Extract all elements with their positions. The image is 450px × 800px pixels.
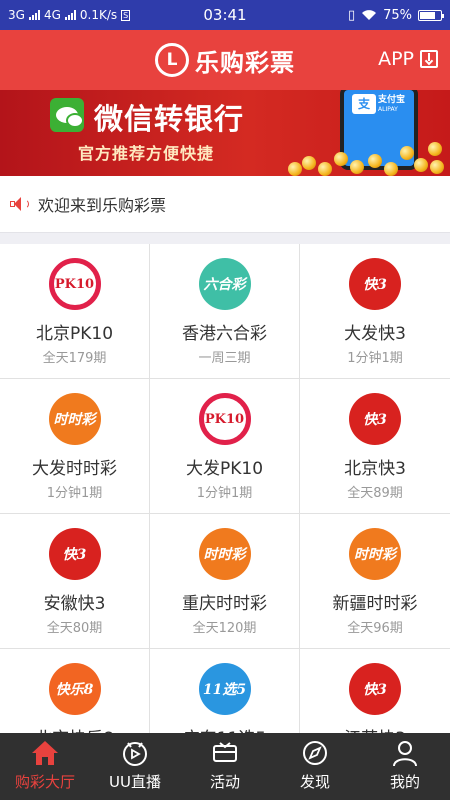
lottery-item[interactable]: 时时彩新疆时时彩全天96期 [300, 514, 450, 649]
section-divider [0, 232, 450, 244]
app-download-button[interactable]: APP [378, 48, 438, 70]
network-speed: 0.1K/s [79, 8, 118, 22]
vibrate-icon: ▯ [347, 7, 356, 23]
lottery-frequency: 一周三期 [198, 351, 251, 366]
logo-mark-icon: L [155, 43, 189, 77]
banner-subtitle: 官方推荐方便快捷 [78, 144, 215, 163]
lottery-item[interactable]: 快3 安徽快3 全天80期 [0, 514, 150, 649]
kuai3-icon: 快3 [349, 663, 401, 715]
lottery-frequency: 全天96期 [347, 621, 403, 636]
lottery-name: 大发时时彩 [32, 459, 117, 479]
lottery-name: 大发PK10 [185, 459, 264, 479]
lottery-name: 广东11选5 [150, 724, 299, 733]
lottery-item[interactable]: PK10 北京PK10 全天179期 [0, 244, 150, 379]
kuai3-icon: 快3 [349, 258, 401, 310]
lottery-item[interactable]: PK10 大发PK10 1分钟1期 [150, 379, 300, 514]
signal-icon-2 [64, 10, 76, 20]
lottery-item[interactable]: 快3 江苏快3 [300, 649, 450, 733]
kuaile8-icon: 快乐8 [48, 663, 101, 715]
status-bar: 3G 4G 0.1K/s S 03:41 ▯ 75% [0, 0, 450, 30]
11xuan5-icon: 11选5 [198, 663, 251, 715]
lottery-name: 大发快3 [344, 324, 406, 344]
page-title: 乐购彩票 [195, 48, 295, 77]
lottery-frequency: 1分钟1期 [196, 486, 253, 501]
ticket-icon [213, 742, 237, 762]
wechat-icon [50, 98, 84, 132]
bottom-tab-bar: 购彩大厅 UU直播 活动 发现 我的 [0, 733, 450, 800]
notification-icon: S [121, 9, 131, 21]
network-label: 3G [8, 8, 25, 22]
app-header: L 乐购彩票 APP [0, 30, 450, 90]
compass-icon [303, 741, 327, 765]
pk10-icon: PK10 [198, 393, 251, 445]
lottery-name: 北京快乐8 [0, 724, 149, 733]
lottery-name: 江苏快3 [300, 724, 450, 733]
gold-coins-image [288, 142, 448, 176]
lottery-name: 北京PK10 [35, 324, 114, 344]
lottery-name: 重庆时时彩 [182, 594, 267, 614]
banner-title: 微信转银行 [94, 102, 245, 136]
tab-label: 购彩大厅 [14, 773, 75, 791]
promo-banner[interactable]: 微信转银行 官方推荐方便快捷 支 支付宝 ALIPAY [0, 90, 450, 176]
wifi-icon [362, 10, 377, 20]
tab-live[interactable]: UU直播 [90, 733, 180, 800]
shishicai-icon: 时时彩 [349, 528, 401, 580]
tab-discover[interactable]: 发现 [270, 733, 360, 800]
tab-label: 活动 [209, 773, 240, 791]
notice-bar[interactable]: 欢迎来到乐购彩票 [0, 176, 450, 232]
alipay-sublabel: ALIPAY [378, 106, 398, 113]
battery-icon [418, 9, 444, 21]
notice-text: 欢迎来到乐购彩票 [38, 196, 167, 215]
network-label-2: 4G [43, 8, 61, 22]
tab-activity[interactable]: 活动 [180, 733, 270, 800]
lottery-item[interactable]: 11选5 广东11选5 [150, 649, 300, 733]
lottery-item[interactable]: 时时彩重庆时时彩全天120期 [150, 514, 300, 649]
tab-label: UU直播 [109, 773, 161, 791]
tab-label: 我的 [389, 773, 420, 791]
lottery-frequency: 全天120期 [192, 621, 257, 636]
lottery-frequency: 全天89期 [347, 486, 403, 501]
pk10-icon: PK10 [48, 258, 101, 310]
alipay-icon: 支 [352, 94, 376, 114]
speaker-icon [10, 196, 30, 212]
app-logo: L 乐购彩票 [155, 43, 295, 78]
lottery-item[interactable]: 快乐8 北京快乐8 [0, 649, 150, 733]
lottery-name: 北京快3 [344, 459, 406, 479]
shishicai-icon: 时时彩 [198, 528, 251, 580]
shishicai-icon: 时时彩 [48, 393, 101, 445]
home-icon [32, 741, 58, 765]
battery-percent: 75% [383, 7, 412, 23]
lottery-item[interactable]: 时时彩大发时时彩 1分钟1期 [0, 379, 150, 514]
kuai3-icon: 快3 [48, 528, 101, 580]
alipay-label: 支付宝 [378, 95, 406, 105]
liuhecai-icon: 六合彩 [198, 258, 251, 310]
lottery-item[interactable]: 六合彩香港六合彩一周三期 [150, 244, 300, 379]
tab-label: 发现 [299, 773, 330, 791]
lottery-name: 新疆时时彩 [332, 594, 418, 614]
lottery-frequency: 1分钟1期 [46, 486, 103, 501]
lottery-name: 安徽快3 [43, 594, 106, 614]
lottery-frequency: 1分钟1期 [347, 351, 403, 366]
lottery-item[interactable]: 快3 大发快3 1分钟1期 [300, 244, 450, 379]
lottery-item[interactable]: 快3 北京快3 全天89期 [300, 379, 450, 514]
user-icon [393, 741, 417, 767]
tv-icon [123, 742, 147, 766]
app-download-label: APP [378, 48, 414, 70]
download-icon [420, 50, 438, 68]
lottery-name: 香港六合彩 [182, 324, 267, 344]
lottery-frequency: 全天80期 [46, 621, 103, 636]
tab-profile[interactable]: 我的 [360, 733, 450, 800]
lottery-frequency: 全天179期 [42, 351, 107, 366]
lottery-grid: PK10 北京PK10 全天179期 六合彩 香港六合彩 一周三期 快3 大发快3 1分钟1期时… [0, 244, 450, 733]
kuai3-icon: 快3 [349, 393, 401, 445]
signal-icon [28, 10, 40, 20]
tab-lobby[interactable]: 购彩大厅 [0, 733, 90, 800]
